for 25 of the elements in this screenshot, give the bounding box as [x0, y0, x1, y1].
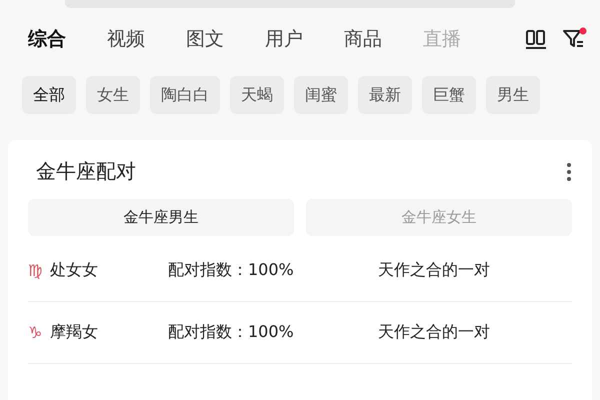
- tab[interactable]: 商品: [344, 26, 382, 60]
- filter-chip[interactable]: 巨蟹: [422, 76, 476, 114]
- filter-chip[interactable]: 全部: [22, 76, 76, 114]
- match-verdict: 天作之合的一对: [378, 322, 490, 343]
- filter-chip[interactable]: 最新: [358, 76, 412, 114]
- filter-chip[interactable]: 女生: [86, 76, 140, 114]
- filter-chip[interactable]: 陶白白: [150, 76, 220, 114]
- tab[interactable]: 图文: [186, 26, 224, 60]
- tab[interactable]: 用户: [265, 26, 303, 60]
- sign-name: 处女女: [50, 260, 99, 281]
- filter-chip[interactable]: 闺蜜: [294, 76, 348, 114]
- match-score: 配对指数：100%: [168, 322, 295, 343]
- card-title: 金牛座配对: [36, 158, 136, 185]
- zodiac-symbol: ♍: [28, 261, 44, 280]
- layout-icon[interactable]: [524, 27, 548, 51]
- filter-chip[interactable]: 天蝎: [230, 76, 284, 114]
- sign-name: 摩羯女: [50, 322, 99, 343]
- tab[interactable]: 综合: [28, 26, 66, 60]
- tab[interactable]: 视频: [107, 26, 145, 60]
- more-icon[interactable]: [566, 162, 572, 182]
- gender-tab[interactable]: 金牛座男生: [28, 199, 294, 236]
- match-verdict: 天作之合的一对: [378, 260, 490, 281]
- match-score: 配对指数：100%: [168, 260, 295, 281]
- zodiac-symbol: ♑: [28, 323, 44, 342]
- filter-chip[interactable]: 男生: [486, 76, 540, 114]
